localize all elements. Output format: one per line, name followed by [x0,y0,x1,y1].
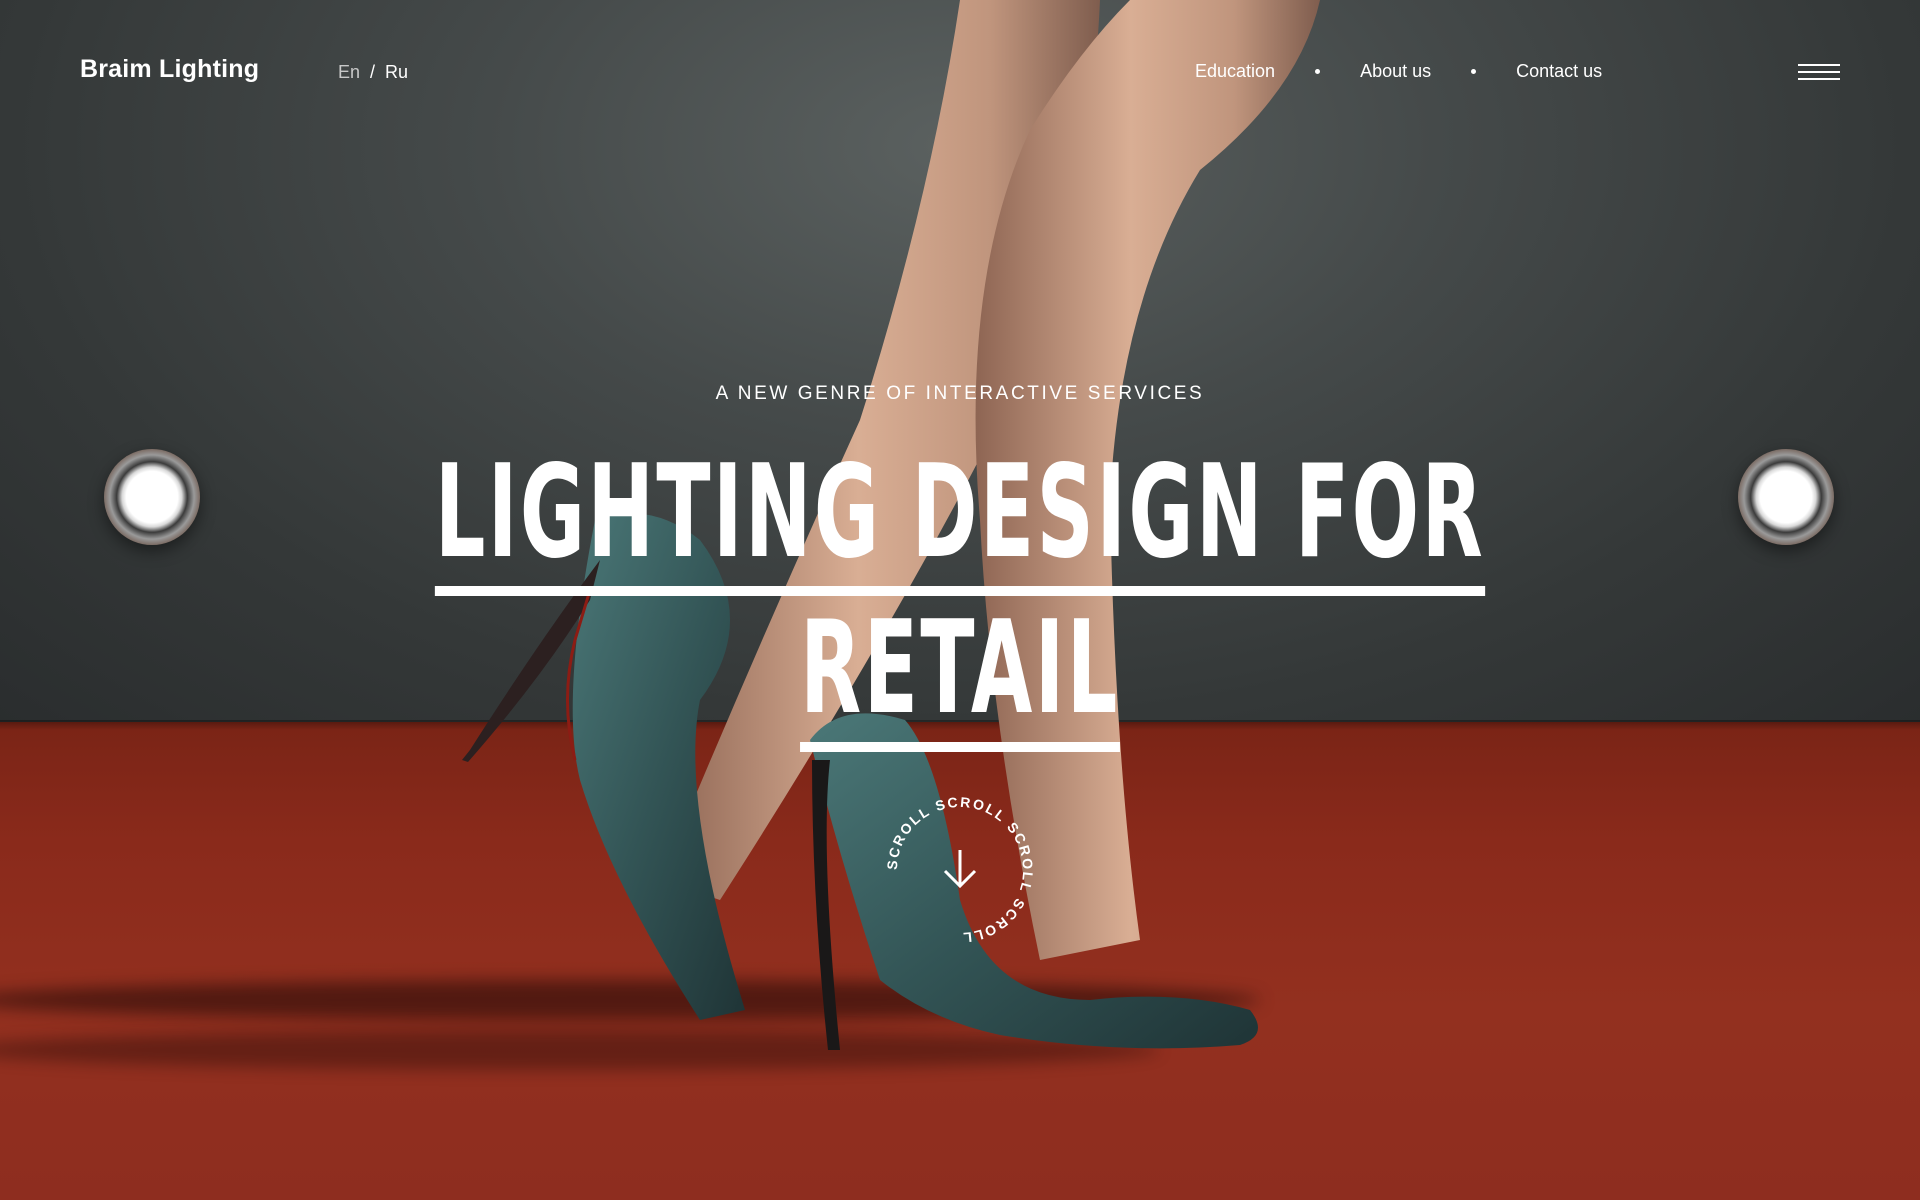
language-separator: / [370,62,376,82]
burger-line [1798,71,1840,73]
lamp-fixture-left [104,449,200,545]
lamp-fixture-right [1738,449,1834,545]
hero-section: Braim Lighting En / Ru Education About us … [0,0,1920,1200]
nav-link-contact[interactable]: Contact us [1516,61,1602,82]
site-header: Braim Lighting En / Ru Education About us … [0,0,1920,150]
hamburger-menu-icon[interactable] [1798,64,1840,82]
burger-line [1798,78,1840,80]
hero-headline-line-1: LIGHTING DESIGN FOR [434,440,1486,596]
burger-line [1798,64,1840,66]
nav-link-education[interactable]: Education [1195,61,1275,82]
language-ru-link[interactable]: Ru [385,62,408,82]
hero-headline-line-2: RETAIL [800,596,1120,752]
nav-separator-dot [1471,69,1477,74]
nav-separator-dot [1315,69,1321,74]
hero-eyebrow: A NEW GENRE OF INTERACTIVE SERVICES [715,383,1205,404]
scroll-ring: SCROLL SCROLL SCROLL SCROLL [884,794,1034,946]
language-switcher: En / Ru [338,62,408,83]
arrow-down-icon [943,850,977,889]
hero-headline: LIGHTING DESIGN FOR RETAIL [365,440,1555,752]
brand-logo[interactable]: Braim Lighting [80,55,259,84]
scroll-down-button[interactable]: SCROLL SCROLL SCROLL SCROLL [879,789,1041,951]
nav-link-about[interactable]: About us [1360,61,1431,82]
language-en-link[interactable]: En [338,62,360,82]
main-nav: Education About us Contact us [1195,61,1602,82]
